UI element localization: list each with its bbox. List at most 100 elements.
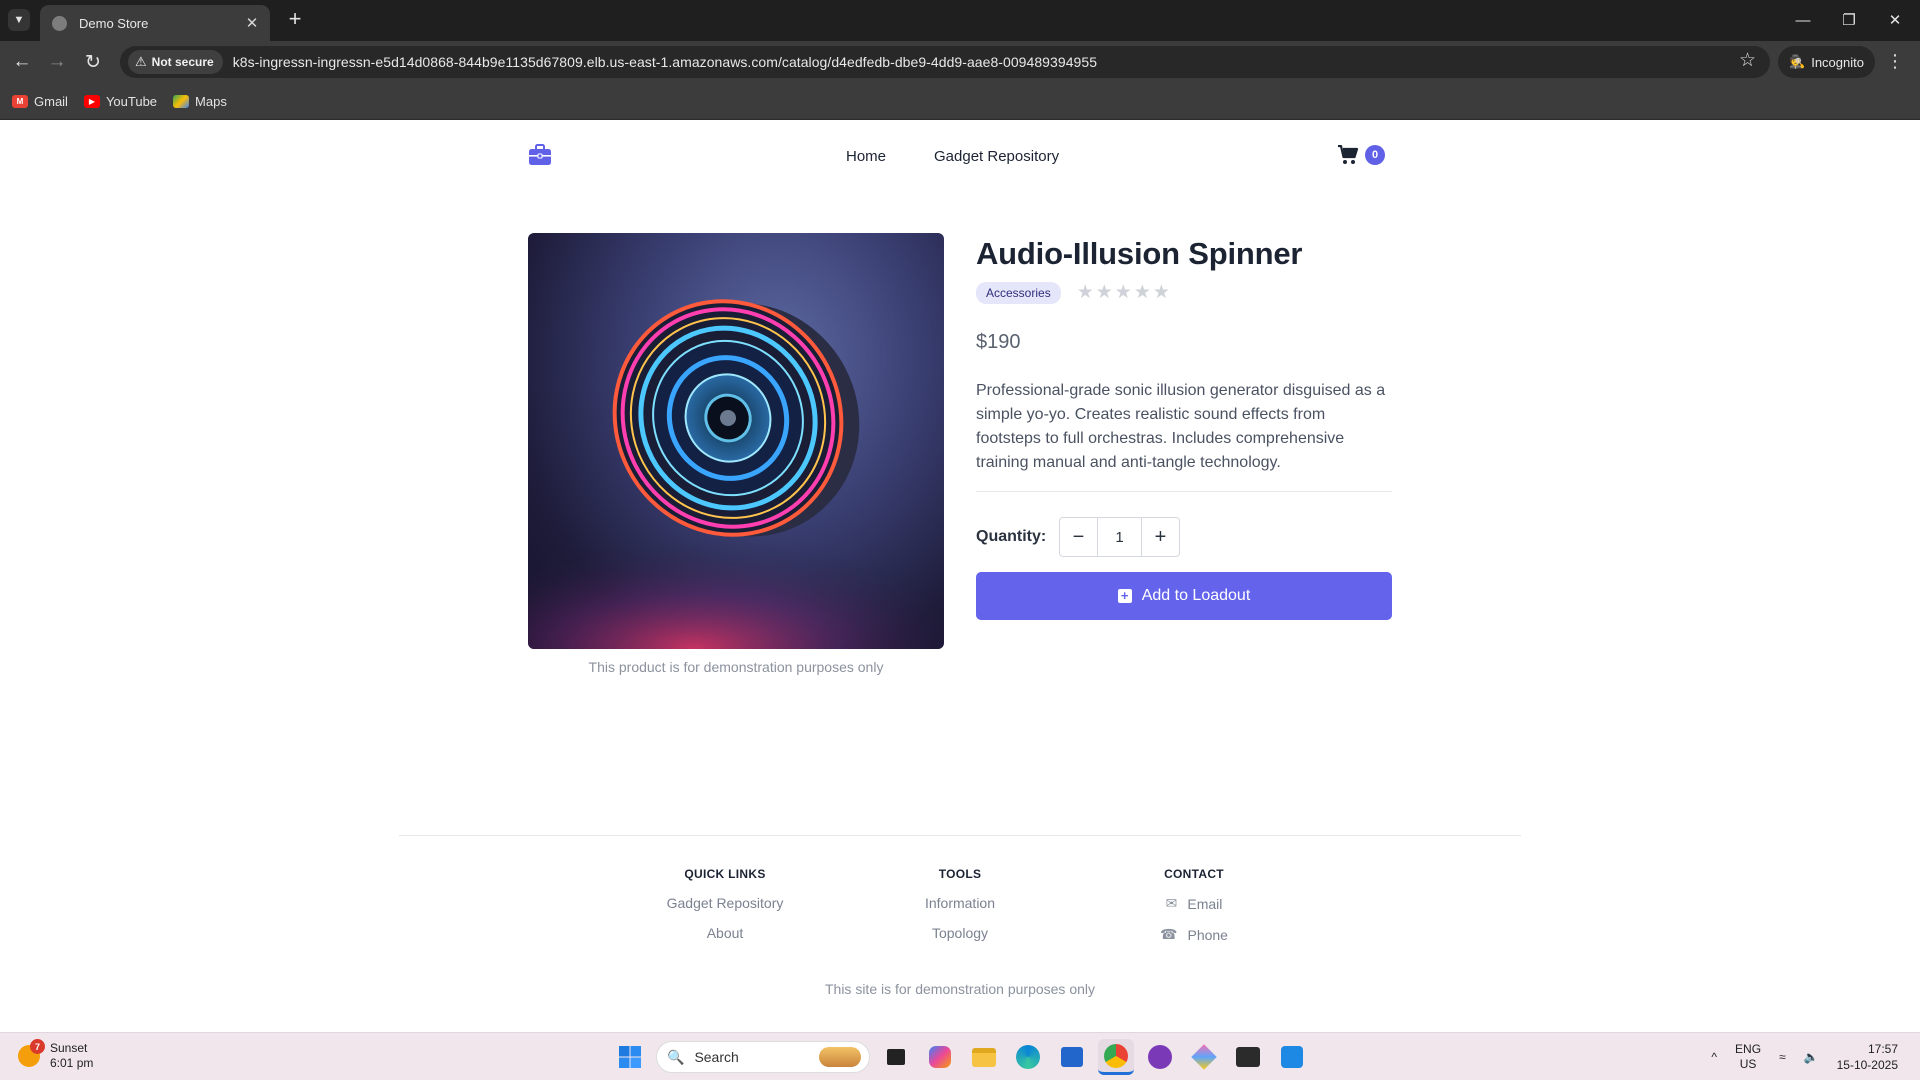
- footer-link-phone[interactable]: ☎ Phone: [1104, 926, 1284, 943]
- taskbar-search-label: Search: [694, 1049, 739, 1065]
- briefcase-logo-icon[interactable]: [528, 143, 552, 167]
- system-tray: ^ ENG US ≈ 🔈 17:57 15-10-2025: [1711, 1033, 1920, 1080]
- star-icon: ★: [1133, 282, 1151, 303]
- store-icon[interactable]: [1054, 1039, 1090, 1075]
- add-to-loadout-button[interactable]: + Add to Loadout: [976, 572, 1392, 620]
- rating-stars: ★ ★ ★ ★ ★: [1077, 281, 1170, 304]
- plus-square-icon: +: [1117, 589, 1132, 603]
- wifi-icon[interactable]: ≈: [1779, 1050, 1786, 1064]
- footer-contact: CONTACT ✉ Email ☎ Phone: [1104, 867, 1284, 943]
- weather-widget[interactable]: 7 Sunset 6:01 pm: [18, 1039, 93, 1071]
- nav-home[interactable]: Home: [846, 148, 886, 165]
- url-text[interactable]: k8s-ingressn-ingressn-e5d14d0868-844b9e1…: [233, 54, 1097, 70]
- footer-link-label: Email: [1187, 895, 1223, 912]
- windows-taskbar: 7 Sunset 6:01 pm 🔍 Search ^ ENG US ≈ 🔈 1…: [0, 1032, 1920, 1080]
- incognito-icon: 🕵: [1789, 54, 1806, 69]
- bookmark-maps[interactable]: Maps: [173, 94, 227, 109]
- browser-menu-icon[interactable]: ⋮: [1886, 51, 1904, 72]
- close-window-icon[interactable]: ✕: [1872, 6, 1918, 34]
- product-info: Audio-Illusion Spinner Accessories ★ ★ ★…: [976, 233, 1392, 620]
- footer-heading: TOOLS: [938, 867, 982, 881]
- weather-title: Sunset: [50, 1041, 88, 1055]
- browser-tabstrip: ▼ Demo Store ✕ + — ❐ ✕: [0, 0, 1920, 41]
- new-tab-icon[interactable]: +: [283, 8, 307, 32]
- cart-icon: [1338, 145, 1359, 164]
- vscode-icon[interactable]: [1274, 1039, 1310, 1075]
- bookmark-gmail[interactable]: M Gmail: [12, 94, 68, 109]
- gmail-icon: M: [12, 94, 28, 108]
- browser-toolbar: ← → ↻ ⚠ Not secure k8s-ingressn-ingressn…: [0, 41, 1920, 83]
- bookmark-label: Maps: [195, 93, 227, 109]
- copilot-icon[interactable]: [922, 1039, 958, 1075]
- chrome-icon[interactable]: [1098, 1039, 1134, 1075]
- decrease-quantity-button[interactable]: −: [1060, 518, 1097, 556]
- bookmark-label: Gmail: [34, 93, 68, 109]
- quantity-label: Quantity:: [976, 528, 1047, 545]
- language-top: ENG: [1735, 1042, 1762, 1056]
- address-bar[interactable]: ⚠ Not secure k8s-ingressn-ingressn-e5d14…: [120, 46, 1770, 78]
- star-icon: ★: [1076, 282, 1094, 303]
- star-icon: ★: [1152, 282, 1170, 303]
- file-explorer-icon[interactable]: [966, 1039, 1002, 1075]
- site-header: Home Gadget Repository 0: [528, 139, 1385, 175]
- security-chip[interactable]: ⚠ Not secure: [128, 50, 223, 74]
- reload-icon[interactable]: ↻: [80, 49, 106, 75]
- phone-icon: ☎: [1160, 926, 1178, 942]
- terminal-icon[interactable]: [1230, 1039, 1266, 1075]
- bookmarks-bar: M Gmail ▶ YouTube Maps: [0, 83, 1920, 120]
- nav-gadget-repository[interactable]: Gadget Repository: [934, 148, 1059, 165]
- quantity-value[interactable]: 1: [1097, 518, 1142, 556]
- footer-link-information[interactable]: Information: [870, 895, 1050, 911]
- search-icon: 🔍: [667, 1048, 685, 1065]
- bookmark-label: YouTube: [105, 93, 158, 109]
- star-icon: ★: [1095, 282, 1113, 303]
- quantity-stepper: − 1 +: [1059, 517, 1180, 557]
- bookmark-youtube[interactable]: ▶ YouTube: [83, 93, 158, 109]
- incognito-chip[interactable]: 🕵 Incognito: [1778, 46, 1875, 78]
- star-icon: ★: [1114, 282, 1132, 303]
- footer-link-topology[interactable]: Topology: [870, 925, 1050, 941]
- clock[interactable]: 17:57 15-10-2025: [1837, 1041, 1898, 1073]
- browser-tab[interactable]: Demo Store ✕: [40, 5, 270, 41]
- weather-badge: 7: [30, 1039, 45, 1054]
- maps-icon: [173, 94, 190, 108]
- tab-search-icon[interactable]: ▼: [8, 9, 30, 31]
- add-button-label: Add to Loadout: [1141, 587, 1251, 604]
- start-icon[interactable]: [612, 1039, 648, 1075]
- app-diamond-icon[interactable]: [1186, 1039, 1222, 1075]
- bookmark-star-icon[interactable]: ☆: [1739, 49, 1756, 72]
- footer-note: This site is for demonstration purposes …: [824, 981, 1095, 997]
- close-tab-icon[interactable]: ✕: [242, 14, 262, 32]
- product-image: [528, 233, 944, 649]
- edge-icon[interactable]: [1010, 1039, 1046, 1075]
- restore-icon[interactable]: ❐: [1826, 6, 1872, 34]
- task-view-icon[interactable]: [878, 1039, 914, 1075]
- volume-icon[interactable]: 🔈: [1804, 1050, 1819, 1064]
- youtube-icon: ▶: [83, 94, 100, 108]
- clock-date: 15-10-2025: [1836, 1058, 1898, 1072]
- cart-count-badge: 0: [1365, 145, 1385, 165]
- taskbar-search[interactable]: 🔍 Search: [656, 1041, 870, 1073]
- footer-link-about[interactable]: About: [635, 925, 815, 941]
- footer-link-gadget-repository[interactable]: Gadget Repository: [635, 895, 815, 911]
- footer-divider: [399, 835, 1521, 836]
- forward-icon[interactable]: →: [44, 49, 70, 75]
- search-highlight-icon: [819, 1047, 861, 1067]
- tray-expand-icon[interactable]: ^: [1711, 1050, 1717, 1064]
- clock-time: 17:57: [1867, 1042, 1898, 1056]
- github-desktop-icon[interactable]: [1142, 1039, 1178, 1075]
- image-caption: This product is for demonstration purpos…: [588, 659, 884, 675]
- language-indicator[interactable]: ENG US: [1735, 1042, 1761, 1072]
- product-price: $190: [976, 331, 1021, 353]
- quantity-row: Quantity: − 1 +: [976, 517, 1392, 557]
- footer-link-email[interactable]: ✉ Email: [1104, 895, 1284, 912]
- footer-tools: TOOLS Information Topology: [870, 867, 1050, 941]
- taskbar-apps: 🔍 Search: [612, 1039, 1310, 1075]
- language-bottom: US: [1739, 1057, 1757, 1071]
- footer-heading: QUICK LINKS: [684, 867, 766, 881]
- increase-quantity-button[interactable]: +: [1142, 518, 1179, 556]
- back-icon[interactable]: ←: [9, 49, 35, 75]
- page-content: Home Gadget Repository 0 This product is…: [0, 121, 1920, 1032]
- minimize-icon[interactable]: —: [1780, 6, 1826, 34]
- cart-button[interactable]: 0: [1337, 145, 1385, 165]
